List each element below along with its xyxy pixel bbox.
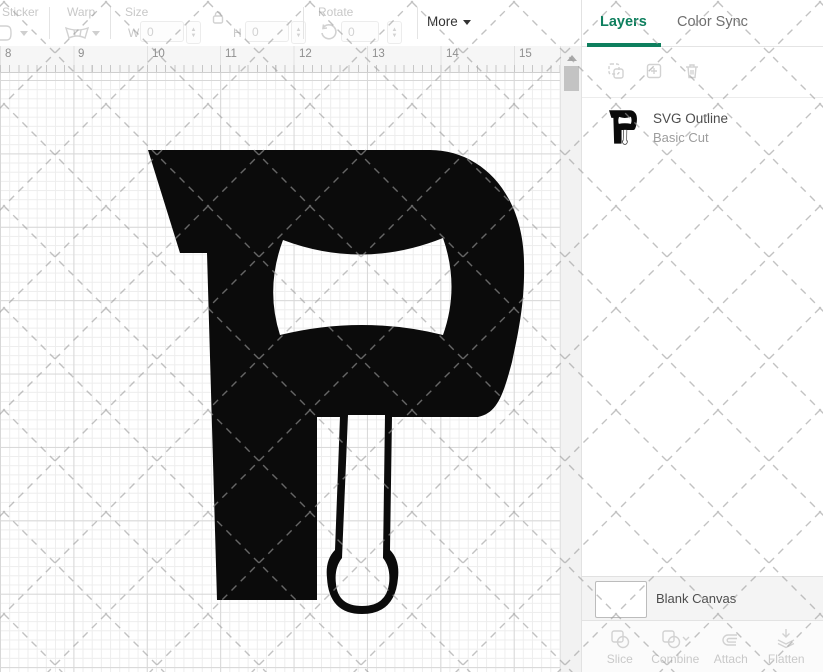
size-group-label: Size (125, 5, 148, 19)
width-input[interactable] (140, 21, 184, 42)
layer-thumbnail (609, 110, 637, 145)
warp-group-label: Warp (67, 5, 95, 19)
lock-icon[interactable] (211, 10, 225, 30)
slice-icon (609, 628, 631, 650)
chevron-down-icon[interactable] (20, 31, 28, 36)
tab-layers[interactable]: Layers (600, 14, 647, 30)
blank-canvas-label: Blank Canvas (656, 591, 736, 606)
rotate-stepper[interactable]: ▲▼ (387, 21, 402, 44)
attach-button[interactable]: Attach (703, 628, 759, 666)
toolbar-divider (417, 7, 418, 39)
scrollbar-thumb[interactable] (564, 66, 579, 91)
ruler-number: 15 (519, 48, 532, 60)
ruler-number: 8 (5, 48, 11, 60)
combine-button[interactable]: Combine (648, 628, 704, 666)
group-icon[interactable] (606, 61, 626, 81)
chevron-down-icon (463, 20, 471, 25)
toolbar-divider (303, 7, 304, 39)
right-panel: Layers Color Sync SVG Outline Basic Cut … (581, 0, 823, 672)
layer-item-svg-outline[interactable]: SVG Outline Basic Cut (582, 99, 823, 157)
layer-linetype: Basic Cut (653, 130, 709, 145)
sticker-group-label: Sticker (2, 5, 39, 19)
layer-toolbar (582, 46, 823, 98)
blank-canvas-row[interactable]: Blank Canvas (582, 576, 823, 621)
duplicate-icon[interactable] (644, 61, 664, 81)
combine-icon (660, 628, 690, 650)
flatten-button[interactable]: Flatten (759, 628, 815, 666)
rotate-icon[interactable] (319, 23, 337, 46)
toolbar-divider (110, 7, 111, 39)
rotate-group-label: Rotate (318, 5, 353, 19)
ruler-number: 10 (152, 48, 165, 60)
sticker-icon[interactable] (0, 24, 14, 47)
ruler-number: 12 (299, 48, 312, 60)
panel-tabs-row: Layers Color Sync (582, 0, 823, 47)
width-stepper[interactable]: ▲▼ (186, 21, 201, 44)
blank-canvas-thumbnail (595, 581, 647, 618)
warp-icon[interactable] (64, 25, 90, 46)
svg-outline-p-logo[interactable] (148, 150, 525, 616)
ruler-number: 14 (446, 48, 459, 60)
rotate-input[interactable] (341, 21, 379, 42)
top-toolbar: Sticker Warp Size W ▲▼ H ▲▼ Rotate ▲▼ Mo… (0, 0, 581, 46)
slice-button[interactable]: Slice (592, 628, 648, 666)
app-window: { "toolbar": { "sticker_label": "Sticker… (0, 0, 823, 672)
width-label: W (128, 26, 139, 40)
tab-color-sync[interactable]: Color Sync (677, 14, 748, 30)
design-canvas[interactable] (0, 72, 560, 672)
vertical-scrollbar[interactable] (560, 46, 582, 672)
toolbar-divider (49, 7, 50, 39)
ruler-number: 11 (225, 48, 237, 60)
ruler-ticks (0, 65, 560, 72)
layer-actions-bar: Slice Combine Attach Flatten (582, 620, 823, 672)
scroll-up-arrow-icon[interactable] (567, 55, 577, 61)
layer-title: SVG Outline (653, 111, 728, 126)
attach-icon (719, 628, 743, 650)
flatten-icon (774, 628, 798, 650)
height-label: H (233, 26, 242, 40)
delete-icon[interactable] (682, 61, 702, 81)
ruler-number: 9 (78, 48, 84, 60)
more-button[interactable]: More (427, 14, 471, 29)
chevron-down-icon[interactable] (92, 31, 100, 36)
height-input[interactable] (245, 21, 289, 42)
ruler-number: 13 (372, 48, 385, 60)
horizontal-ruler: 8 9 10 11 12 13 14 15 (0, 46, 560, 73)
